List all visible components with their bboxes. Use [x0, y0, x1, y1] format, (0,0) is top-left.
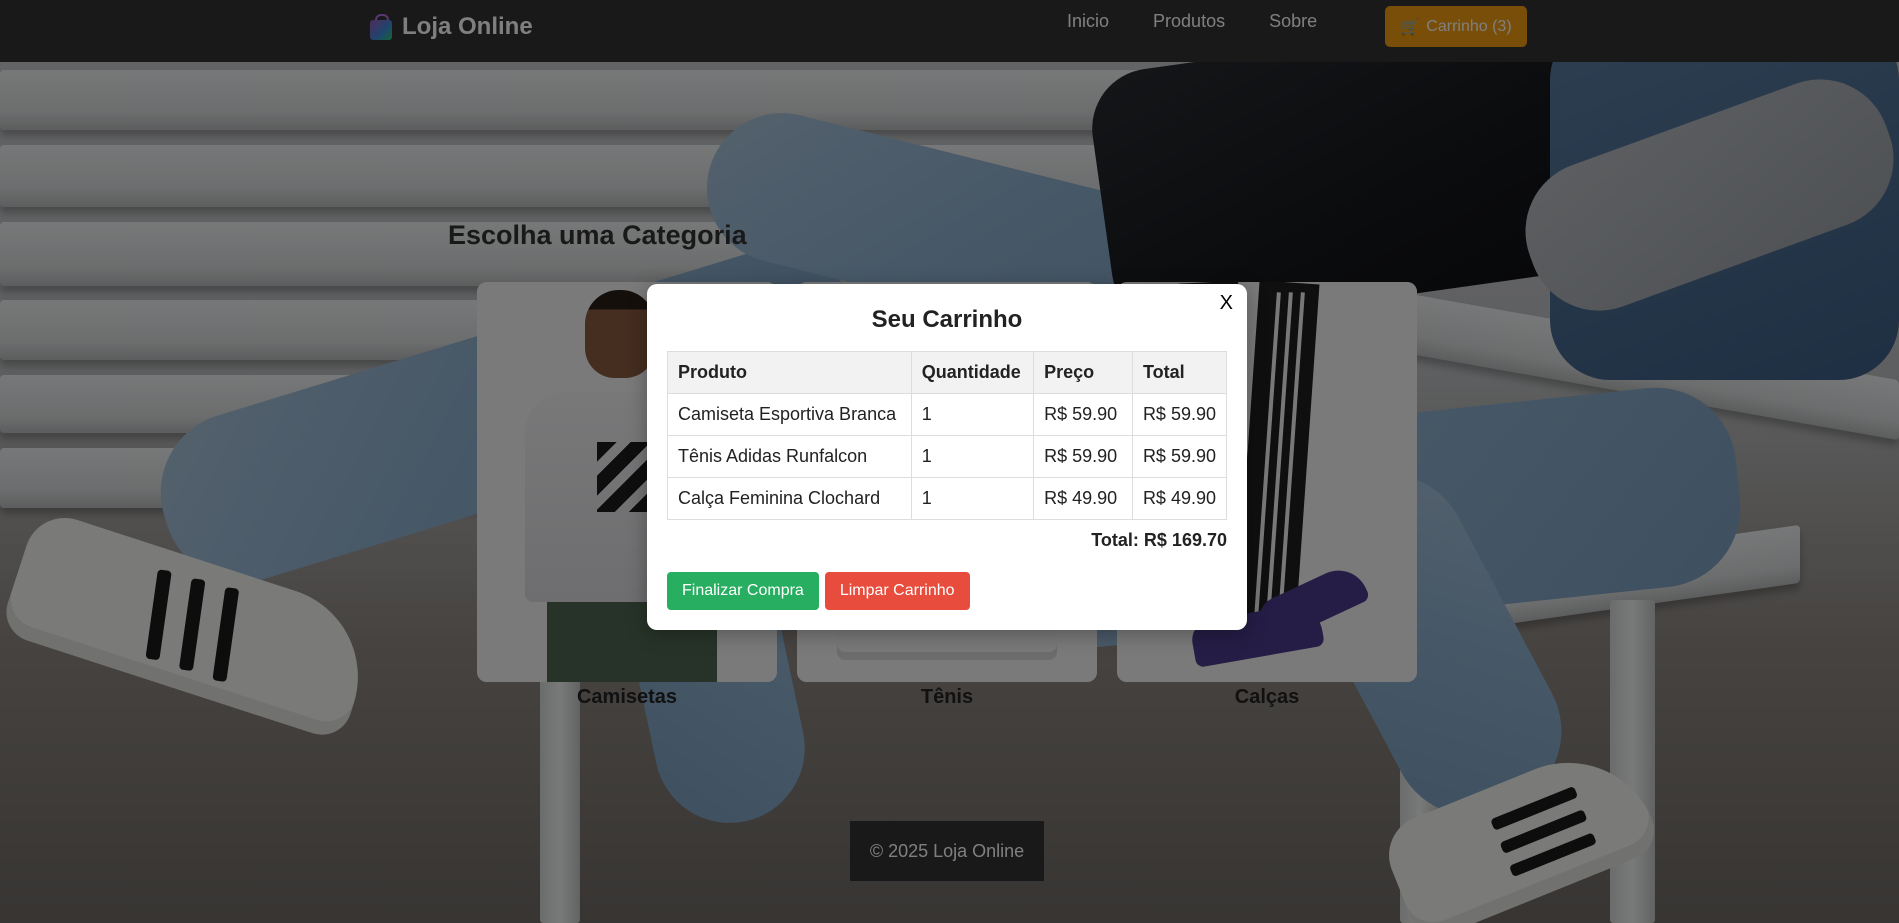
cell-price: R$ 59.90	[1033, 435, 1133, 478]
column-header-produto: Produto	[667, 351, 912, 394]
column-header-preco: Preço	[1033, 351, 1133, 394]
cart-table: Produto Quantidade Preço Total Camiseta …	[667, 351, 1228, 520]
cell-quantity: 1	[910, 393, 1035, 436]
cell-quantity: 1	[910, 435, 1035, 478]
table-row: Calça Feminina Clochard 1 R$ 49.90 R$ 49…	[667, 477, 1228, 520]
table-row: Camiseta Esportiva Branca 1 R$ 59.90 R$ …	[667, 393, 1228, 436]
modal-actions: Finalizar Compra Limpar Carrinho	[667, 572, 1227, 610]
cell-total: R$ 59.90	[1131, 435, 1228, 478]
table-row: Tênis Adidas Runfalcon 1 R$ 59.90 R$ 59.…	[667, 435, 1228, 478]
cart-modal: X Seu Carrinho Produto Quantidade Preço …	[647, 284, 1247, 630]
cell-total: R$ 59.90	[1131, 393, 1228, 436]
cell-product: Tênis Adidas Runfalcon	[667, 435, 912, 478]
cell-price: R$ 59.90	[1033, 393, 1133, 436]
table-header-row: Produto Quantidade Preço Total	[667, 351, 1228, 394]
clear-cart-button[interactable]: Limpar Carrinho	[824, 572, 970, 610]
cart-total: Total: R$ 169.70	[1091, 530, 1227, 550]
column-header-total: Total	[1131, 351, 1228, 394]
cell-total: R$ 49.90	[1131, 477, 1228, 520]
cell-product: Camiseta Esportiva Branca	[667, 393, 912, 436]
column-header-quantidade: Quantidade	[910, 351, 1035, 394]
finish-purchase-button[interactable]: Finalizar Compra	[667, 572, 819, 610]
cell-product: Calça Feminina Clochard	[667, 477, 912, 520]
cell-price: R$ 49.90	[1033, 477, 1133, 520]
cell-quantity: 1	[910, 477, 1035, 520]
close-icon[interactable]: X	[1220, 292, 1233, 315]
modal-title: Seu Carrinho	[871, 306, 1023, 333]
